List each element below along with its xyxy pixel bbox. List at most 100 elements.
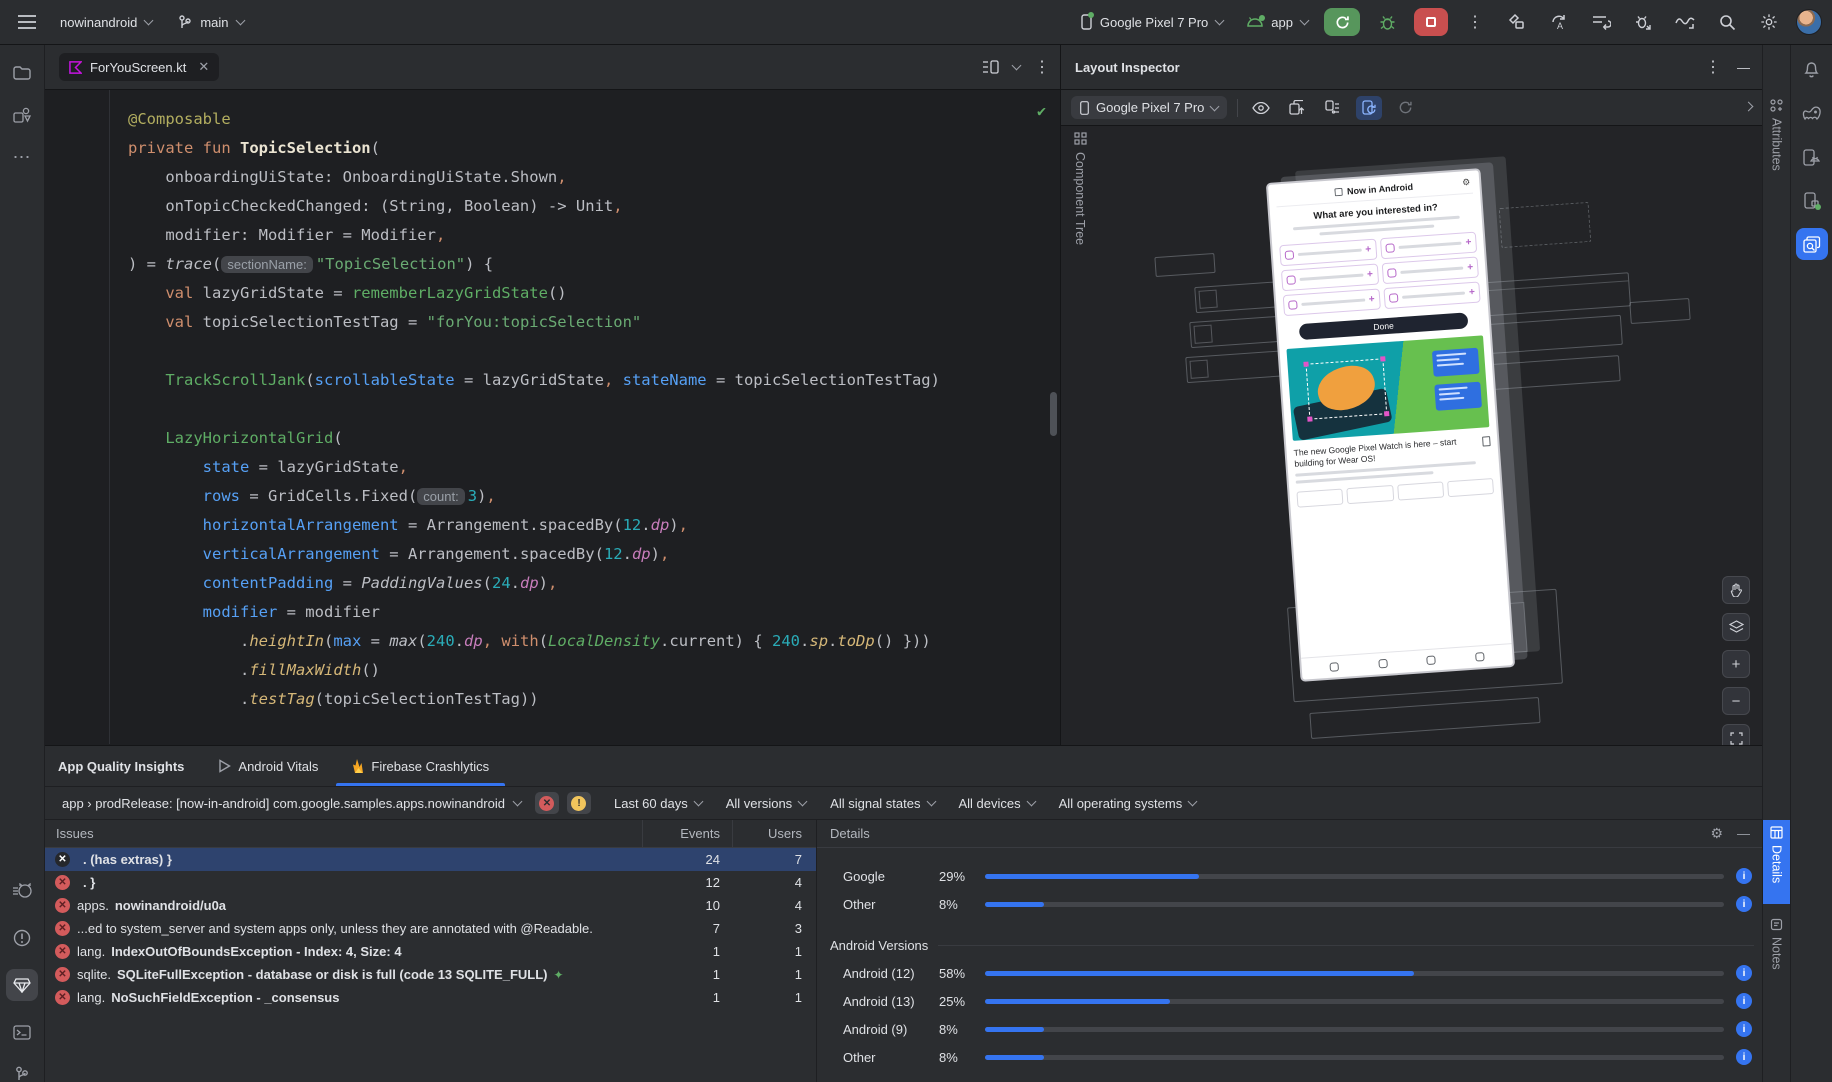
settings-button[interactable] xyxy=(1754,7,1784,37)
issue-row[interactable]: ✕ . (has extras) }✦ 24 7 xyxy=(45,848,816,871)
info-icon[interactable]: i xyxy=(1736,993,1752,1009)
more-tool-windows-button[interactable]: ⋯ xyxy=(6,141,38,173)
inspections-ok-icon[interactable]: ✔ xyxy=(1037,102,1046,120)
search-everywhere-button[interactable] xyxy=(1712,7,1742,37)
filter-dropdown[interactable]: All devices xyxy=(952,793,1042,814)
code-line[interactable]: val topicSelectionTestTag = "forYou:topi… xyxy=(128,308,1060,337)
details-side-tab[interactable]: Details xyxy=(1763,820,1790,904)
notifications-tool-button[interactable] xyxy=(1796,53,1828,85)
inspected-phone-screen[interactable]: Now in Android ⚙ What are you interested… xyxy=(1265,168,1516,682)
split-editor-icon[interactable] xyxy=(982,60,999,74)
code-line[interactable]: LazyHorizontalGrid( xyxy=(128,424,1060,453)
attributes-side-tab[interactable]: Attributes xyxy=(1763,93,1790,177)
gemini-sparkle-icon[interactable]: ✦ xyxy=(554,968,564,982)
events-column-header[interactable]: Events xyxy=(642,820,732,847)
code-line[interactable]: ) = trace(sectionName: "TopicSelection") … xyxy=(128,250,1060,279)
code-line[interactable]: contentPadding = PaddingValues(24.dp), xyxy=(128,569,1060,598)
refresh-icon[interactable] xyxy=(1392,96,1418,120)
nonfatal-severity-toggle[interactable]: ! xyxy=(566,792,591,814)
code-line[interactable]: private fun TopicSelection( xyxy=(128,134,1060,163)
zoom-to-fit-button[interactable] xyxy=(1722,724,1750,745)
resource-manager-tool-button[interactable] xyxy=(6,99,38,131)
project-tool-button[interactable] xyxy=(6,57,38,89)
module-filter-dropdown[interactable]: app › prodRelease: [now-in-android] com.… xyxy=(56,793,527,814)
code-line[interactable]: .heightIn(max = max(240.dp, with(LocalDe… xyxy=(128,627,1060,656)
expand-toolbar-chevron-icon[interactable] xyxy=(1743,101,1754,111)
stop-button[interactable] xyxy=(1414,8,1448,36)
code-line[interactable]: modifier: Modifier = Modifier, xyxy=(128,221,1060,250)
attach-debugger-button[interactable] xyxy=(1628,7,1658,37)
3d-mode-button[interactable] xyxy=(1722,613,1750,641)
users-column-header[interactable]: Users xyxy=(732,820,816,847)
inspector-device-selector[interactable]: Google Pixel 7 Pro xyxy=(1071,96,1228,119)
code-line[interactable]: .testTag(topicSelectionTestTag)) xyxy=(128,685,1060,714)
debug-button[interactable] xyxy=(1372,7,1402,37)
issues-column-header[interactable]: Issues xyxy=(45,826,642,841)
code-line[interactable]: .fillMaxWidth() xyxy=(128,656,1060,685)
code-editor[interactable]: @Composable private fun TopicSelection( o… xyxy=(45,90,1060,744)
layout-inspector-3d-view[interactable]: Component Tree Now in Android ⚙ What are… xyxy=(1061,126,1762,745)
panel-options-icon[interactable]: ⋮ xyxy=(1705,57,1721,77)
filter-dropdown[interactable]: All operating systems xyxy=(1052,793,1204,814)
issue-row[interactable]: ✕ ...ed to system_server and system apps… xyxy=(45,917,816,940)
fatal-severity-toggle[interactable]: ✕ xyxy=(534,792,559,814)
run-configuration-selector[interactable]: app xyxy=(1243,10,1312,35)
apply-code-changes-button[interactable] xyxy=(1586,7,1616,37)
info-icon[interactable]: i xyxy=(1736,1021,1752,1037)
code-line[interactable]: TrackScrollJank(scrollableState = lazyGr… xyxy=(128,366,1060,395)
code-line[interactable]: onboardingUiState: OnboardingUiState.Sho… xyxy=(128,163,1060,192)
issue-row[interactable]: ✕ sqlite. SQLiteFullException - database … xyxy=(45,963,816,986)
tab-list-chevron-icon[interactable] xyxy=(1011,60,1022,71)
project-selector[interactable]: nowinandroid xyxy=(52,10,160,35)
code-line[interactable]: onTopicCheckedChanged: (String, Boolean)… xyxy=(128,192,1060,221)
terminal-tool-button[interactable] xyxy=(6,1016,38,1048)
live-updates-toggle-icon[interactable] xyxy=(1356,95,1383,120)
info-icon[interactable]: i xyxy=(1736,896,1752,912)
more-actions-icon[interactable]: ⋮ xyxy=(1460,7,1490,37)
code-line[interactable] xyxy=(128,337,1060,366)
zoom-out-button[interactable]: − xyxy=(1722,687,1750,715)
issue-row[interactable]: ✕ apps.nowinandroid/u0a✦ 10 4 xyxy=(45,894,816,917)
component-tree-side-tab[interactable]: Component Tree xyxy=(1066,132,1094,245)
info-icon[interactable]: i xyxy=(1736,1049,1752,1065)
code-line[interactable] xyxy=(128,395,1060,424)
code-line[interactable]: modifier = modifier xyxy=(128,598,1060,627)
hide-details-icon[interactable]: — xyxy=(1737,826,1750,841)
editor-tab[interactable]: ForYouScreen.kt ✕ xyxy=(59,53,220,81)
logcat-tool-button[interactable] xyxy=(6,875,38,907)
code-line[interactable]: @Composable xyxy=(128,105,1060,134)
problems-tool-button[interactable] xyxy=(6,922,38,954)
filter-dropdown[interactable]: All versions xyxy=(719,793,813,814)
issue-row[interactable]: ✕ . }✦ 12 4 xyxy=(45,871,816,894)
app-quality-insights-tool-button[interactable] xyxy=(6,969,38,1001)
user-avatar[interactable] xyxy=(1796,9,1822,35)
code-line[interactable]: horizontalArrangement = Arrangement.spac… xyxy=(128,511,1060,540)
issue-row[interactable]: ✕ lang. IndexOutOfBoundsException - Index… xyxy=(45,940,816,963)
info-icon[interactable]: i xyxy=(1736,868,1752,884)
close-tab-icon[interactable]: ✕ xyxy=(198,59,209,75)
notes-side-tab[interactable]: Notes xyxy=(1763,912,1790,976)
code-line[interactable]: rows = GridCells.Fixed(count: 3), xyxy=(128,482,1060,511)
device-selector[interactable]: Google Pixel 7 Pro xyxy=(1073,9,1231,35)
code-line[interactable]: state = lazyGridState, xyxy=(128,453,1060,482)
info-icon[interactable]: i xyxy=(1736,965,1752,981)
tab-android-vitals[interactable]: Android Vitals xyxy=(218,746,318,786)
snapshot-export-icon[interactable] xyxy=(1284,96,1310,120)
pan-mode-button[interactable] xyxy=(1722,576,1750,604)
editor-options-icon[interactable]: ⋮ xyxy=(1034,57,1050,77)
view-options-icon[interactable] xyxy=(1248,96,1274,120)
filter-dropdown[interactable]: Last 60 days xyxy=(607,793,709,814)
filter-dropdown[interactable]: All signal states xyxy=(823,793,941,814)
editor-scrollbar[interactable] xyxy=(1050,392,1057,436)
tab-firebase-crashlytics[interactable]: Firebase Crashlytics xyxy=(336,746,505,786)
issue-row[interactable]: ✕ lang. NoSuchFieldException - _consensus… xyxy=(45,986,816,1009)
layout-inspector-tool-button[interactable] xyxy=(1795,228,1828,260)
hide-panel-icon[interactable]: — xyxy=(1737,60,1750,75)
details-settings-gear-icon[interactable]: ⚙ xyxy=(1710,825,1723,842)
version-control-tool-button[interactable] xyxy=(6,1058,38,1082)
apply-changes-button[interactable]: A xyxy=(1544,7,1574,37)
gradle-tool-button[interactable] xyxy=(1796,97,1828,129)
hamburger-menu-icon[interactable] xyxy=(12,7,42,37)
device-manager-tool-button[interactable] xyxy=(1796,141,1828,173)
zoom-in-button[interactable]: + xyxy=(1722,650,1750,678)
